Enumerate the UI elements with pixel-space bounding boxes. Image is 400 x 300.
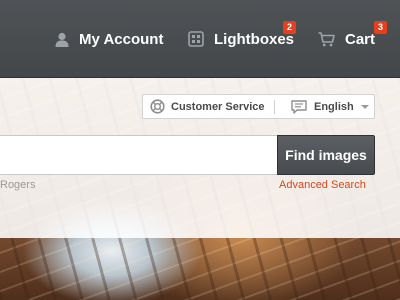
lightboxes-link[interactable]: Lightboxes 2 [188,21,296,50]
language-selected-value: English [314,100,354,113]
photo-credit: Rogers [0,179,36,191]
cart-link[interactable]: Cart 3 [318,21,387,50]
cart-icon [318,31,335,47]
lifebuoy-icon [150,99,165,114]
search-input[interactable] [0,135,278,175]
language-selector[interactable]: English [275,99,369,114]
customer-service-link[interactable]: Customer Service [143,99,274,114]
find-images-button[interactable]: Find images [277,135,375,175]
hero-search-section: Customer Service English Find images Rog… [0,78,400,300]
lightbox-icon [188,31,204,47]
top-navigation-bar: My Account Lightboxes 2 Cart 3 [0,0,400,78]
advanced-search-link[interactable]: Advanced Search [279,179,366,191]
cart-count-badge: 3 [374,21,387,34]
lightboxes-label: Lightboxes [214,30,295,48]
utility-bar: Customer Service English [142,94,375,119]
my-account-label: My Account [79,30,164,48]
speech-bubble-icon [291,99,307,114]
user-icon [55,32,69,47]
chevron-down-icon [360,104,369,109]
cart-label: Cart [345,30,376,48]
my-account-link[interactable]: My Account [55,28,163,50]
customer-service-label: Customer Service [171,100,265,113]
lightboxes-count-badge: 2 [283,21,296,34]
